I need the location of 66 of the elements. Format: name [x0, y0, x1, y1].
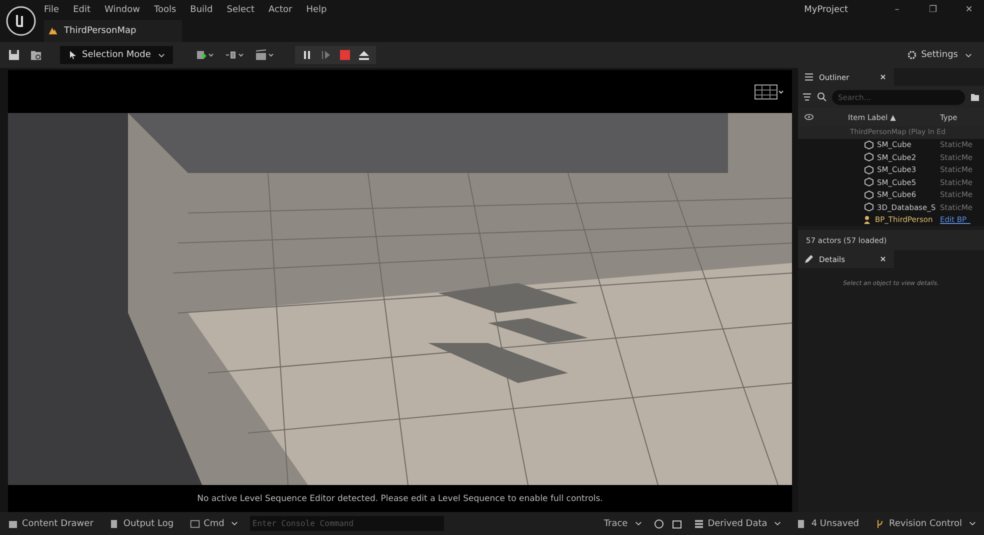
- drawer-icon: [8, 518, 18, 528]
- cube-icon: [864, 164, 874, 175]
- step-icon[interactable]: [320, 49, 332, 61]
- menu-item[interactable]: Build: [190, 5, 213, 15]
- window-control[interactable]: ✕: [962, 5, 976, 15]
- revision-control-button[interactable]: Revision Control: [870, 518, 980, 528]
- map-tab[interactable]: ThirdPersonMap: [44, 20, 182, 42]
- settings-button[interactable]: Settings: [901, 49, 978, 61]
- camera-icon[interactable]: [672, 518, 682, 528]
- caret-icon: [158, 52, 165, 58]
- tab-label: ThirdPersonMap: [64, 26, 136, 36]
- caret-icon: [965, 52, 972, 58]
- branch-icon: [874, 518, 885, 528]
- cube-icon: [864, 177, 874, 188]
- menu-item[interactable]: Select: [226, 5, 255, 15]
- cube-icon: [864, 140, 874, 150]
- cursor-icon: [68, 50, 78, 60]
- stop-icon[interactable]: [338, 49, 351, 61]
- caret-icon: [969, 521, 976, 526]
- window-control[interactable]: –: [890, 5, 904, 15]
- caret-icon: [634, 521, 642, 526]
- project-name: MyProject: [804, 5, 848, 15]
- add-actor-icon[interactable]: [194, 49, 215, 61]
- content-drawer-button[interactable]: Content Drawer: [4, 518, 98, 528]
- data-icon: [694, 518, 704, 528]
- terminal-icon: [190, 518, 200, 528]
- list-icon: [804, 72, 814, 82]
- output-log-button[interactable]: Output Log: [105, 518, 178, 528]
- settings-icon: [907, 50, 918, 60]
- menu-item[interactable]: Actor: [268, 5, 292, 15]
- menu-item[interactable]: Edit: [73, 5, 90, 15]
- engine-logo-icon: [6, 6, 36, 36]
- cube-icon: [864, 190, 874, 200]
- person-icon: [862, 214, 872, 225]
- eye-icon[interactable]: [804, 112, 814, 122]
- save-icon[interactable]: [8, 49, 20, 61]
- status-message: No active Level Sequence Editor detected. Please edit a Level Sequence to enable full controls.: [196, 492, 604, 506]
- selection-mode-button[interactable]: Selection Mode: [60, 46, 173, 64]
- browse-folder-icon[interactable]: [30, 49, 42, 61]
- caret-icon: [231, 521, 238, 526]
- clapperboard-icon[interactable]: [254, 49, 275, 61]
- eject-icon[interactable]: [358, 49, 370, 61]
- search-icon: [817, 92, 827, 102]
- cube-icon: [864, 152, 874, 162]
- cmd-button[interactable]: Cmd: [186, 518, 242, 528]
- console-input[interactable]: Enter Console Command: [250, 516, 444, 531]
- filter-icon[interactable]: [802, 92, 812, 102]
- close-icon[interactable]: [880, 256, 886, 262]
- menu-item[interactable]: Help: [306, 5, 327, 15]
- blueprint-icon[interactable]: [224, 49, 245, 61]
- add-folder-icon[interactable]: [970, 92, 980, 102]
- trace-button[interactable]: Trace: [600, 518, 646, 528]
- record-icon[interactable]: [654, 518, 664, 528]
- menu-item[interactable]: Tools: [154, 5, 176, 15]
- caret-icon: [774, 521, 782, 526]
- unsaved-button[interactable]: 4 Unsaved: [793, 518, 863, 528]
- layout-icon[interactable]: [754, 84, 784, 100]
- derived-data-button[interactable]: Derived Data: [690, 518, 786, 528]
- cube-icon: [864, 202, 874, 212]
- menu-item[interactable]: File: [44, 5, 60, 15]
- log-icon: [109, 518, 120, 528]
- level-icon: [48, 26, 58, 36]
- window-control[interactable]: ❐: [926, 5, 940, 15]
- close-icon[interactable]: [880, 74, 886, 80]
- pencil-icon: [804, 254, 814, 264]
- menu-item[interactable]: Window: [104, 5, 140, 15]
